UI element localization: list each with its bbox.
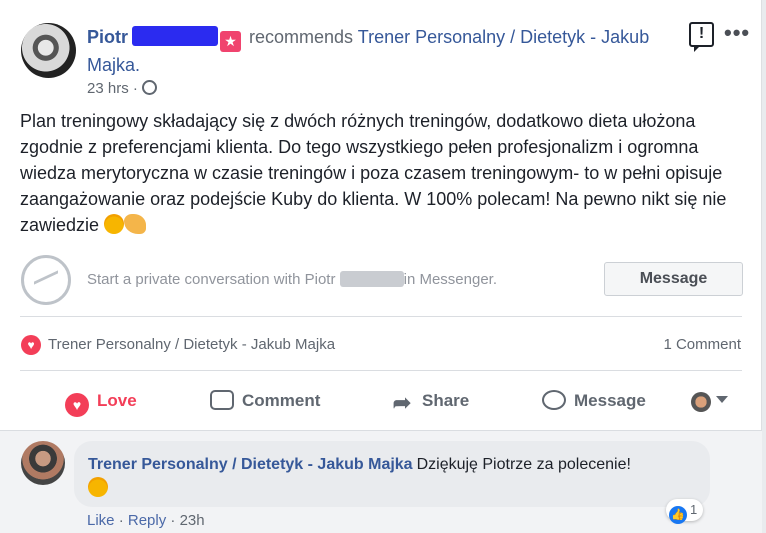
author-name[interactable]: Piotr — [87, 27, 128, 47]
love-reaction-icon[interactable]: ♥ — [21, 335, 41, 355]
reactor-name[interactable]: Trener Personalny / Dietetyk - Jakub Maj… — [48, 336, 335, 353]
messenger-prompt-suffix: in Messenger. — [403, 271, 498, 288]
comment-like-link[interactable]: Like — [87, 512, 115, 529]
divider — [20, 370, 742, 371]
redacted-surname — [132, 26, 219, 46]
comment-bubble: Trener Personalny / Dietetyk - Jakub Maj… — [74, 441, 710, 507]
message-action-button[interactable]: Message — [542, 388, 646, 414]
comment-reaction-count[interactable]: 👍 1 — [666, 499, 704, 524]
comments-section: Trener Personalny / Dietetyk - Jakub Maj… — [0, 430, 762, 533]
share-label: Share — [422, 391, 470, 410]
message-label: Message — [574, 391, 646, 410]
messenger-icon — [21, 255, 71, 305]
post-timestamp[interactable]: 23 hrs · — [87, 80, 157, 97]
comment-bubble-icon — [210, 390, 234, 410]
heart-icon: ♥ — [65, 393, 89, 417]
share-button[interactable]: ➦ Share — [390, 388, 469, 414]
smiling-face-icon — [104, 214, 125, 234]
commenter-avatar[interactable] — [21, 441, 65, 485]
share-arrow-icon: ➦ — [392, 390, 412, 415]
love-button[interactable]: ♥ Love — [65, 388, 137, 417]
comment-button[interactable]: Comment — [210, 388, 320, 414]
comment-label: Comment — [242, 391, 321, 410]
viewer-avatar[interactable] — [691, 392, 711, 412]
recommendation-star-icon: ★ — [220, 31, 242, 52]
comment-actions: Like · Reply · 23h — [87, 512, 205, 529]
messenger-prompt: Start a private conversation with Piotr … — [87, 271, 497, 288]
post-time[interactable]: 23 hrs · — [87, 80, 138, 97]
messenger-bubble-icon — [542, 390, 566, 410]
separator: · — [170, 512, 176, 529]
separator: · — [118, 512, 124, 529]
message-button[interactable]: Message — [604, 262, 743, 296]
smiling-face-icon — [88, 477, 108, 497]
thumbs-up-icon: 👍 — [669, 506, 687, 524]
like-count: 1 — [690, 502, 698, 517]
comment-time[interactable]: 23h — [180, 512, 205, 529]
comment-author[interactable]: Trener Personalny / Dietetyk - Jakub Maj… — [88, 456, 413, 473]
more-options-icon[interactable]: ••• — [724, 20, 750, 46]
comment-count-link[interactable]: 1 Comment — [663, 336, 741, 353]
post-card: Piotr ★ recommends Trener Personalny / Die… — [0, 0, 762, 533]
redacted-name — [339, 271, 404, 287]
love-label: Love — [97, 391, 137, 410]
post-header: Piotr ★ recommends Trener Personalny / Die… — [87, 24, 707, 79]
recommends-label: recommends — [249, 27, 354, 47]
flexed-biceps-icon — [124, 214, 147, 234]
comment-reply-link[interactable]: Reply — [128, 512, 166, 529]
globe-icon[interactable] — [141, 80, 157, 95]
post-body: Plan treningowy składający się z dwóch r… — [20, 108, 750, 238]
comment-text: Dziękuję Piotrze za polecenie! — [416, 456, 631, 473]
messenger-prompt-prefix: Start a private conversation with Piotr — [87, 271, 336, 288]
chevron-down-icon[interactable] — [716, 396, 728, 403]
divider — [20, 316, 742, 317]
author-avatar[interactable] — [21, 23, 76, 78]
report-icon[interactable]: ! — [689, 22, 714, 52]
